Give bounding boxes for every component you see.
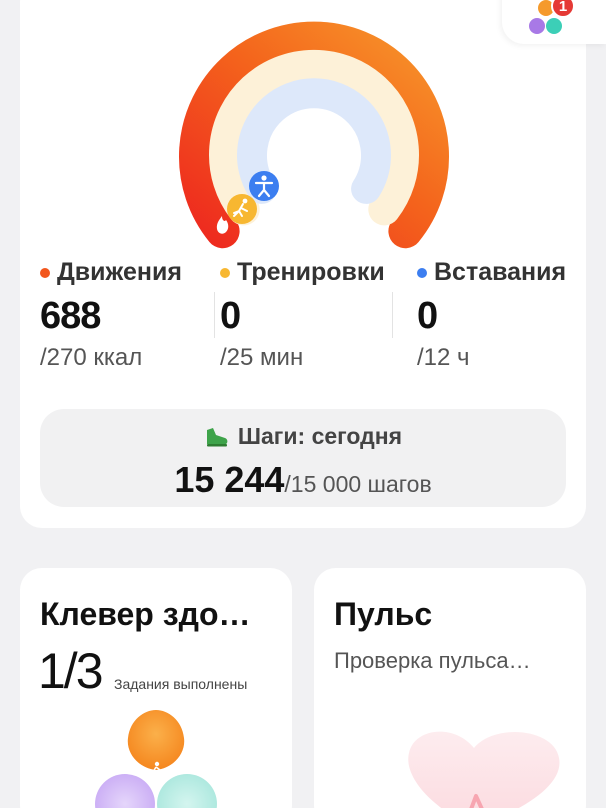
stand-person-icon bbox=[249, 171, 279, 201]
stat-move[interactable]: Движения 688 /270 ккал bbox=[40, 258, 182, 372]
stat-exercise-label: Тренировки bbox=[220, 258, 385, 287]
pulse-title: Пульс bbox=[334, 596, 433, 632]
steps-goal: /15 000 шагов bbox=[284, 471, 432, 497]
stat-exercise-value: 0 bbox=[220, 295, 241, 337]
stat-move-goal: /270 ккал bbox=[40, 344, 143, 371]
stat-move-label-text: Движения bbox=[57, 258, 182, 286]
stat-stand-label: Вставания bbox=[417, 258, 566, 287]
stat-exercise-label-text: Тренировки bbox=[237, 258, 385, 286]
clover-title: Клевер здо… bbox=[40, 596, 251, 632]
stat-stand-goal: /12 ч bbox=[417, 344, 470, 371]
shoe-icon bbox=[206, 427, 228, 446]
move-dot-icon bbox=[40, 267, 50, 278]
clover-description: Задания выполнены bbox=[114, 676, 248, 692]
steps-value-line: 15 244/15 000 шагов bbox=[40, 459, 566, 501]
health-app-icon-part bbox=[529, 18, 545, 34]
heart-rate-card[interactable]: Пульс Проверка пульса… bbox=[314, 568, 586, 808]
activity-rings-card[interactable]: Движения 688 /270 ккал Тренировки 0 /25 … bbox=[20, 0, 586, 528]
stat-move-value: 688 bbox=[40, 295, 101, 337]
exercise-dot-icon bbox=[220, 267, 230, 278]
stat-stand-value: 0 bbox=[417, 295, 438, 337]
health-app-icon-part bbox=[546, 18, 562, 34]
stand-dot-icon bbox=[417, 267, 427, 278]
stat-exercise[interactable]: Тренировки 0 /25 мин bbox=[220, 258, 385, 372]
stat-move-label: Движения bbox=[40, 258, 182, 287]
clover-icon bbox=[95, 710, 217, 808]
heart-icon bbox=[408, 731, 560, 808]
health-clover-card[interactable]: Клевер здо… 1/3 Задания выполнены bbox=[20, 568, 292, 808]
stat-stand[interactable]: Вставания 0 /12 ч bbox=[417, 258, 566, 372]
steps-title: Шаги: сегодня bbox=[40, 423, 566, 450]
stat-stand-label-text: Вставания bbox=[434, 258, 567, 286]
pulse-subtitle: Проверка пульса… bbox=[334, 648, 531, 673]
steps-title-text: Шаги: сегодня bbox=[237, 423, 403, 449]
divider bbox=[392, 292, 393, 338]
steps-count: 15 244 bbox=[174, 459, 285, 500]
exercise-runner-icon bbox=[227, 194, 257, 224]
steps-panel[interactable]: Шаги: сегодня 15 244/15 000 шагов bbox=[40, 409, 566, 507]
stat-exercise-goal: /25 мин bbox=[220, 344, 304, 371]
divider bbox=[214, 292, 215, 338]
clover-count: 1/3 bbox=[38, 643, 104, 699]
